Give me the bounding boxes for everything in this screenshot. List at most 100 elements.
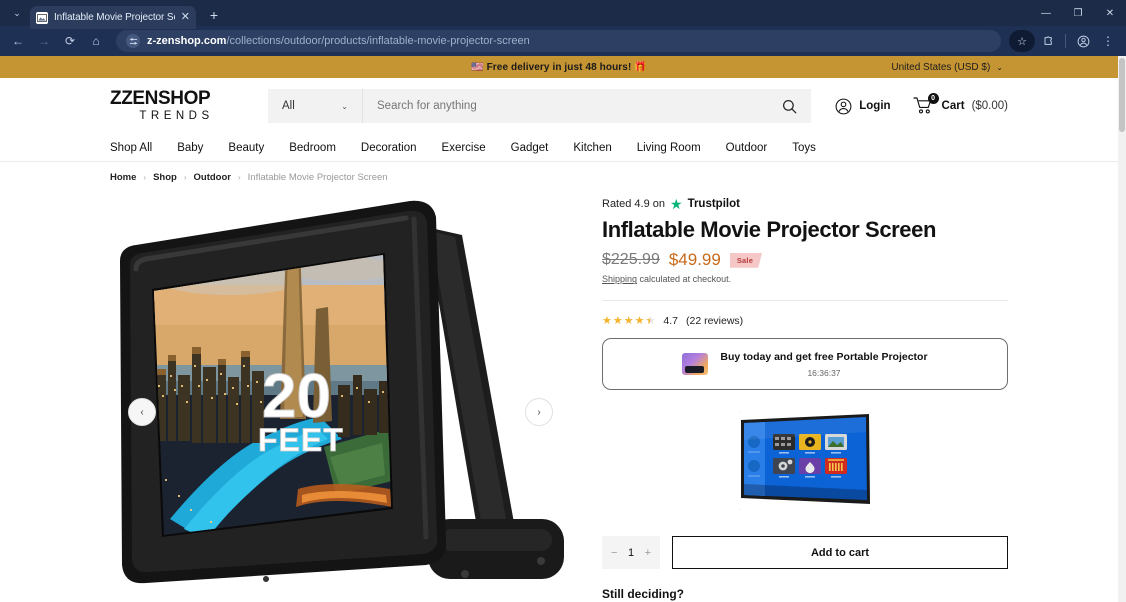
cart-label: Cart [941, 100, 965, 112]
toolbar-right-actions: ☆ ⋮ [1009, 29, 1120, 53]
address-bar[interactable]: z-zenshop.com/collections/outdoor/produc… [116, 30, 1001, 52]
page-scrollbar-thumb[interactable] [1119, 58, 1125, 132]
cart-total: ($0.00) [971, 100, 1008, 112]
shipping-note: Shipping calculated at checkout. [602, 274, 1008, 284]
shipping-note-rest: calculated at checkout. [637, 274, 732, 285]
trustpilot-brand: Trustpilot [687, 198, 740, 210]
page-title: Inflatable Movie Projector Screen [602, 217, 937, 242]
svg-text:20: 20 [262, 362, 331, 431]
browser-window: ⌄ Inflatable Movie Projector Scre ✕ + — … [0, 0, 1126, 602]
browser-toolbar: ← → ⟳ ⌂ z-zenshop.com/collections/outdoo… [0, 26, 1126, 56]
status-badge: Sale [729, 252, 763, 268]
gallery-next-button[interactable]: › [525, 398, 553, 426]
site-settings-icon[interactable] [126, 34, 140, 48]
trustpilot-star-icon: ★ [670, 196, 683, 212]
offer-countdown: 16:36:37 [807, 367, 841, 378]
breadcrumb-separator: › [143, 173, 147, 182]
trustpilot-rating: Rated 4.9 on ★ Trustpilot [602, 197, 1008, 211]
breadcrumb-item-shop[interactable]: Shop [153, 172, 177, 183]
gift-icon: 🎁 [634, 61, 647, 73]
quantity-value[interactable]: 1 [628, 547, 634, 559]
add-to-cart-button[interactable]: Add to cart [672, 536, 1008, 570]
profile-icon[interactable] [1071, 29, 1095, 53]
star-icon: ★ [623, 314, 634, 327]
main-navigation: Shop All Baby Beauty Bedroom Decoration … [0, 134, 1118, 162]
login-button[interactable]: Login [835, 98, 891, 115]
product-main-image[interactable]: 20 FEET ‹ › [110, 189, 572, 602]
page-favicon [36, 11, 48, 24]
gallery-prev-button[interactable]: ‹ [128, 398, 156, 426]
search-submit-button[interactable] [767, 89, 811, 123]
browser-menu-icon[interactable]: ⋮ [1096, 29, 1120, 53]
bookmark-star-icon[interactable]: ☆ [1009, 30, 1035, 52]
search-icon [782, 99, 797, 113]
star-half-icon: ★ [646, 315, 656, 327]
still-deciding-heading: Still deciding? [602, 587, 685, 602]
page-viewport: 🇺🇸 Free delivery in just 48 hours! 🎁 Uni… [0, 56, 1126, 602]
tab-title: Inflatable Movie Projector Scre [54, 12, 175, 23]
shipping-link[interactable]: Shipping [602, 274, 637, 284]
country-selector[interactable]: United States (USD $) ⌄ [891, 56, 1003, 78]
review-count: (22 reviews) [685, 315, 744, 328]
svg-text:FEET: FEET [258, 422, 344, 458]
offer-title: Buy today and get free Portable Projecto… [720, 350, 928, 363]
nav-item-baby[interactable]: Baby [177, 142, 203, 154]
nav-item-gadget[interactable]: Gadget [511, 142, 549, 154]
breadcrumb-item-home[interactable]: Home [110, 172, 136, 183]
gift-product-thumbnail [682, 353, 709, 376]
header-actions: Login 0 Cart ($0.00) [835, 93, 1008, 116]
search-category-select[interactable]: All ⌄ [268, 89, 363, 123]
price-row: $225.99 $49.99 Sale [602, 250, 1008, 270]
star-icon: ★ [612, 314, 623, 327]
page-scrollbar[interactable]: ▲ [1118, 56, 1126, 602]
breadcrumb-item-outdoor[interactable]: Outdoor [194, 172, 231, 183]
toolbar-divider [1065, 34, 1066, 48]
quantity-decrease-button[interactable]: − [611, 547, 617, 559]
tab-close-icon[interactable]: ✕ [181, 12, 190, 23]
minimize-button[interactable]: — [1030, 0, 1062, 26]
sale-price: $49.99 [668, 250, 721, 270]
search-input[interactable] [363, 89, 768, 123]
country-label: United States (USD $) [891, 61, 991, 73]
announcement-message: Free delivery in just 48 hours! [486, 61, 632, 73]
maximize-button[interactable]: ❐ [1062, 0, 1094, 26]
original-price: $225.99 [602, 251, 660, 269]
nav-item-kitchen[interactable]: Kitchen [573, 142, 611, 154]
forward-icon[interactable]: → [32, 29, 56, 53]
site-logo[interactable]: ZZENSHOP TRENDS [110, 88, 240, 124]
tab-search-button[interactable]: ⌄ [4, 0, 30, 26]
nav-item-beauty[interactable]: Beauty [228, 142, 264, 154]
purchase-row: − 1 + Add to cart [602, 536, 1008, 570]
announcement-bar: 🇺🇸 Free delivery in just 48 hours! 🎁 Uni… [0, 56, 1118, 78]
product-section: 20 FEET ‹ › Rated 4.9 on ★ Trustpilot In… [0, 189, 1118, 602]
breadcrumb: Home › Shop › Outdoor › Inflatable Movie… [0, 162, 1118, 189]
close-window-button[interactable]: ✕ [1094, 0, 1126, 26]
url-domain: z-zenshop.com [147, 35, 227, 47]
back-icon[interactable]: ← [6, 29, 30, 53]
nav-item-bedroom[interactable]: Bedroom [289, 142, 336, 154]
nav-item-shop-all[interactable]: Shop All [110, 142, 152, 154]
nav-item-living-room[interactable]: Living Room [637, 142, 701, 154]
logo-secondary-text: TRENDS [139, 109, 214, 122]
home-icon[interactable]: ⌂ [84, 29, 108, 53]
page-content: 🇺🇸 Free delivery in just 48 hours! 🎁 Uni… [0, 56, 1118, 602]
chevron-down-icon: ⌄ [996, 62, 1003, 72]
star-icon: ★ [634, 314, 645, 327]
new-tab-button[interactable]: + [202, 3, 226, 27]
product-details: Rated 4.9 on ★ Trustpilot Inflatable Mov… [602, 189, 1008, 601]
nav-item-exercise[interactable]: Exercise [442, 142, 486, 154]
nav-item-outdoor[interactable]: Outdoor [726, 142, 768, 154]
free-gift-offer[interactable]: Buy today and get free Portable Projecto… [602, 338, 1008, 391]
breadcrumb-current: Inflatable Movie Projector Screen [247, 172, 388, 183]
nav-item-toys[interactable]: Toys [792, 142, 816, 154]
nav-item-decoration[interactable]: Decoration [361, 142, 417, 154]
quantity-increase-button[interactable]: + [645, 547, 651, 559]
extensions-icon[interactable] [1036, 29, 1060, 53]
cart-button[interactable]: 0 Cart ($0.00) [912, 93, 1008, 116]
product-secondary-image[interactable] [739, 412, 871, 511]
window-controls: — ❐ ✕ [1030, 0, 1126, 26]
quantity-stepper[interactable]: − 1 + [602, 536, 660, 570]
review-summary[interactable]: ★ ★ ★ ★ ★ 4.7 (22 reviews) [602, 315, 1008, 327]
reload-icon[interactable]: ⟳ [58, 29, 82, 53]
browser-tab[interactable]: Inflatable Movie Projector Scre ✕ [30, 6, 196, 29]
